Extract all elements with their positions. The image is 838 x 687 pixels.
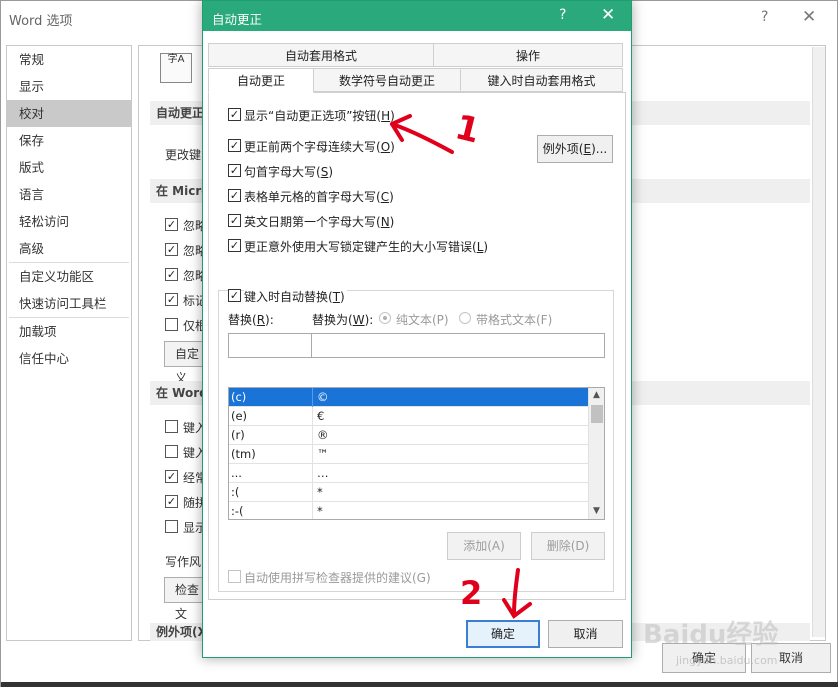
spell-suggestions-label: 自动使用拼写检查器提供的建议(G): [244, 571, 431, 585]
add-button[interactable]: 添加(A): [447, 532, 521, 560]
nav-quick-access-toolbar[interactable]: 快速访问工具栏: [7, 290, 131, 317]
autocorrect-desc: 更改键: [165, 148, 202, 162]
scroll-up-icon[interactable]: ▲: [593, 390, 600, 400]
bg-checkbox[interactable]: [165, 445, 178, 458]
help-icon[interactable]: ?: [761, 9, 768, 25]
replace-as-you-type-label: 键入时自动替换(T): [244, 288, 347, 305]
dialog-title: 自动更正: [212, 12, 263, 27]
nav-accessibility[interactable]: 轻松访问: [7, 208, 131, 235]
nav-customize-ribbon[interactable]: 自定义功能区: [7, 263, 131, 290]
nav-add-ins[interactable]: 加载项: [7, 318, 131, 345]
taskbar-strip: [1, 682, 838, 687]
scroll-down-icon[interactable]: ▼: [593, 506, 600, 516]
list-item[interactable]: (tm) ™: [229, 445, 588, 464]
list-scrollbar[interactable]: ▲ ▼: [588, 388, 604, 519]
show-autocorrect-options-label: 显示“自动更正选项”按钮(H): [244, 109, 395, 123]
capitalize-table-cells-label: 表格单元格的首字母大写(C): [244, 190, 394, 204]
nav-trust-center[interactable]: 信任中心: [7, 345, 131, 372]
options-scrollbar[interactable]: [812, 47, 825, 637]
nav-proofing[interactable]: 校对: [7, 100, 131, 127]
tab-math-autocorrect[interactable]: 数学符号自动更正: [313, 68, 461, 92]
correct-two-initial-caps-label: 更正前两个字母连续大写(O): [244, 140, 395, 154]
nav-save[interactable]: 保存: [7, 127, 131, 154]
formatted-text-label: 带格式文本(F): [476, 313, 553, 327]
tab-autoformat-as-you-type[interactable]: 键入时自动套用格式: [460, 68, 623, 92]
bg-checkbox[interactable]: ✓: [165, 495, 178, 508]
bg-checkbox[interactable]: ✓: [165, 268, 178, 281]
bg-checkbox[interactable]: ✓: [165, 243, 178, 256]
close-icon[interactable]: ✕: [601, 5, 615, 25]
baidu-watermark: Baidu经验: [643, 620, 779, 650]
nav-language[interactable]: 语言: [7, 181, 131, 208]
capitalize-day-names-label: 英文日期第一个字母大写(N): [244, 215, 395, 229]
nav-display[interactable]: 显示: [7, 73, 131, 100]
replace-input[interactable]: [228, 333, 312, 358]
formatted-text-radio[interactable]: [459, 312, 471, 324]
nav-layout[interactable]: 版式: [7, 154, 131, 181]
bg-checkbox[interactable]: [165, 520, 178, 533]
cancel-button[interactable]: 取消: [548, 620, 623, 648]
replace-as-you-type-checkbox[interactable]: ✓: [228, 289, 241, 302]
bg-checkbox[interactable]: ✓: [165, 470, 178, 483]
list-item[interactable]: (e) €: [229, 407, 588, 426]
nav-general[interactable]: 常规: [7, 46, 131, 73]
correct-caps-lock-checkbox[interactable]: ✓: [228, 239, 241, 252]
writing-style-label: 写作风: [165, 555, 202, 569]
list-item[interactable]: (c) ©: [229, 388, 588, 407]
capitalize-table-cells-checkbox[interactable]: ✓: [228, 189, 241, 202]
delete-button[interactable]: 删除(D): [531, 532, 605, 560]
list-item[interactable]: (r) ®: [229, 426, 588, 445]
correct-two-initial-caps-checkbox[interactable]: ✓: [228, 139, 241, 152]
capitalize-sentences-label: 句首字母大写(S): [244, 165, 333, 179]
options-nav: 常规 显示 校对 保存 版式 语言 轻松访问 高级 自定义功能区 快速访问工具栏…: [6, 45, 132, 641]
capitalize-sentences-checkbox[interactable]: ✓: [228, 164, 241, 177]
dialog-title-bar[interactable]: 自动更正 ? ✕: [203, 1, 631, 31]
correct-caps-lock-label: 更正意外使用大写锁定键产生的大小写错误(L): [244, 240, 489, 254]
plain-text-radio[interactable]: [379, 312, 391, 324]
window-title: Word 选项: [9, 14, 73, 29]
tab-actions[interactable]: 操作: [433, 43, 623, 67]
plain-text-label: 纯文本(P): [396, 313, 449, 327]
list-item[interactable]: ...…: [229, 464, 588, 483]
tab-autocorrect[interactable]: 自动更正: [208, 68, 314, 93]
scroll-thumb[interactable]: [591, 405, 603, 423]
close-icon[interactable]: ✕: [802, 7, 816, 27]
bg-checkbox[interactable]: ✓: [165, 293, 178, 306]
with-label: 替换为(W):: [312, 313, 374, 327]
capitalize-day-names-checkbox[interactable]: ✓: [228, 214, 241, 227]
help-icon[interactable]: ?: [559, 7, 566, 23]
tab-autoformat[interactable]: 自动套用格式: [208, 43, 434, 67]
nav-advanced[interactable]: 高级: [7, 235, 131, 262]
bg-checkbox[interactable]: ✓: [165, 218, 178, 231]
show-autocorrect-options-checkbox[interactable]: ✓: [228, 108, 241, 121]
with-input[interactable]: [311, 333, 605, 358]
bg-checkbox[interactable]: [165, 318, 178, 331]
replace-label: 替换(R):: [228, 313, 274, 327]
proofing-icon: 字A: [160, 53, 192, 83]
spell-suggestions-checkbox[interactable]: [228, 570, 241, 583]
exceptions-button[interactable]: 例外项(E)...: [537, 135, 613, 163]
list-item[interactable]: :-(*: [229, 502, 588, 519]
ok-button[interactable]: 确定: [466, 620, 540, 648]
bg-checkbox[interactable]: [165, 420, 178, 433]
list-item[interactable]: :(*: [229, 483, 588, 502]
autocorrect-entries-list[interactable]: (c) © (e) € (r) ® (tm) ™ ...… :(* :-(* ▲ ▼: [228, 387, 605, 520]
watermark-url: jingyan.baidu.com: [676, 654, 778, 667]
